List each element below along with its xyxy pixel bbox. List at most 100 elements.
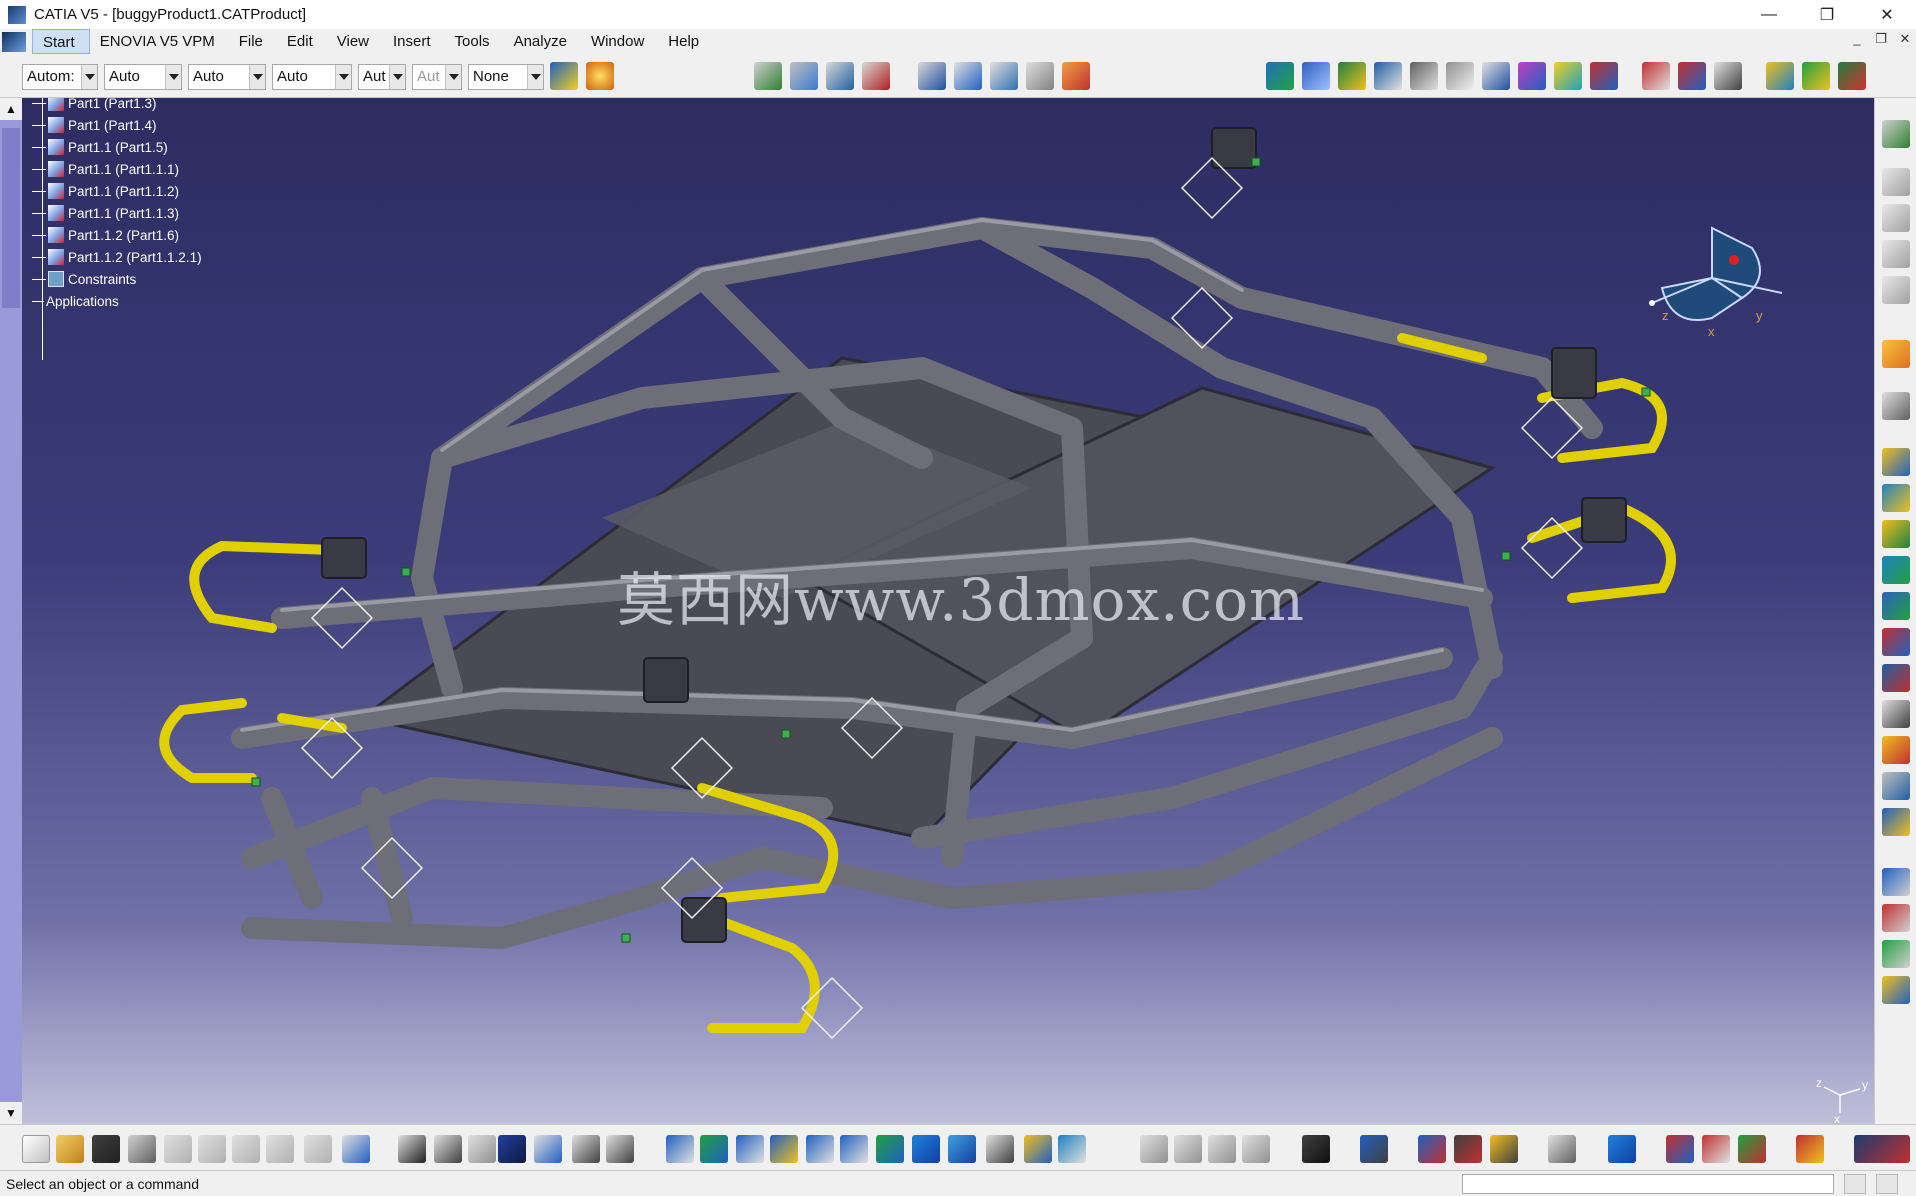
existing-component-icon[interactable] (1882, 276, 1910, 304)
apply-material-icon[interactable] (1140, 1135, 1168, 1163)
power-input-button[interactable] (1876, 1174, 1898, 1194)
zoom-out-icon[interactable] (840, 1135, 868, 1163)
graph-tree-reorder-icon[interactable] (1882, 448, 1910, 476)
update-icon[interactable] (1554, 62, 1582, 90)
scrollbar-thumb[interactable] (2, 128, 20, 308)
print-icon[interactable] (128, 1135, 156, 1163)
section-icon[interactable] (1062, 62, 1090, 90)
measure-inertia-icon[interactable] (606, 1135, 634, 1163)
axis-icon[interactable] (918, 62, 946, 90)
knowledge-advisor-icon[interactable] (434, 1135, 462, 1163)
rotate-icon[interactable] (770, 1135, 798, 1163)
tree-node-applications[interactable]: Applications (32, 290, 119, 312)
angle-constraint-icon[interactable] (1518, 62, 1546, 90)
command-input[interactable] (1462, 1174, 1834, 1194)
point-type-combo[interactable]: Aut (412, 64, 462, 90)
chevron-down-icon[interactable] (165, 65, 181, 89)
scenes-icon[interactable] (1882, 976, 1910, 1004)
menu-enovia[interactable]: ENOVIA V5 VPM (90, 29, 229, 54)
fast-multi-instantiation-icon[interactable] (1882, 628, 1910, 656)
chevron-down-icon[interactable] (81, 65, 97, 89)
tree-node-part1-6[interactable]: Part1.1.2 (Part1.6) (32, 224, 179, 246)
menu-analyze[interactable]: Analyze (504, 29, 581, 54)
mdi-restore-button[interactable]: ❐ (1870, 31, 1892, 47)
shading-icon[interactable] (986, 1135, 1014, 1163)
catia-logo-icon[interactable] (2, 31, 26, 52)
compass-icon[interactable]: z y x (1632, 208, 1792, 338)
scroll-up-icon[interactable]: ▲ (0, 98, 22, 120)
mdi-minimize-button[interactable]: _ (1846, 31, 1868, 46)
whats-this-icon[interactable] (342, 1135, 370, 1163)
fit-all-in-icon[interactable] (700, 1135, 728, 1163)
multi-view-icon[interactable] (912, 1135, 940, 1163)
material-icon[interactable] (586, 62, 614, 90)
menu-start[interactable]: Start (32, 29, 90, 54)
measure-item-icon[interactable] (1454, 1135, 1482, 1163)
stickers-icon[interactable] (1208, 1135, 1236, 1163)
selective-load-icon[interactable] (1882, 520, 1910, 548)
linetype-combo[interactable]: Aut (358, 64, 406, 90)
manage-representations-icon[interactable] (1882, 556, 1910, 584)
menu-insert[interactable]: Insert (383, 29, 445, 54)
tree-scrollbar[interactable]: ▲ ▼ (0, 98, 22, 1124)
tree-node-part1-1-3[interactable]: Part1.1 (Part1.1.3) (32, 202, 179, 224)
smart-move-icon[interactable] (1882, 940, 1910, 968)
design-table-icon[interactable] (498, 1135, 526, 1163)
command-list-button[interactable] (1844, 1174, 1866, 1194)
isometric-view-icon[interactable] (948, 1135, 976, 1163)
undo-icon[interactable] (266, 1135, 294, 1163)
normal-view-icon[interactable] (876, 1135, 904, 1163)
menu-file[interactable]: File (229, 29, 277, 54)
update-all-icon[interactable] (1548, 1135, 1576, 1163)
component-icon[interactable] (1882, 168, 1910, 196)
scroll-down-icon[interactable]: ▼ (0, 1102, 22, 1124)
snapshot-icon[interactable] (1360, 1135, 1388, 1163)
render-icon[interactable] (1174, 1135, 1202, 1163)
chevron-down-icon[interactable] (527, 65, 543, 89)
snap-icon[interactable] (1882, 808, 1910, 836)
redo-icon[interactable] (304, 1135, 332, 1163)
painter-icon[interactable] (550, 62, 578, 90)
line-weight-combo[interactable]: Auto (272, 64, 352, 90)
3d-viewport[interactable]: Part1 (Part1.3) Part1 (Part1.4) Part1.1 … (22, 98, 1874, 1124)
mdi-close-button[interactable]: ✕ (1894, 31, 1916, 47)
sectioning-icon[interactable] (1702, 1135, 1730, 1163)
chevron-down-icon[interactable] (249, 65, 265, 89)
chevron-down-icon[interactable] (389, 65, 405, 89)
plane-analysis-icon[interactable] (1608, 1135, 1636, 1163)
environment-icon[interactable] (1242, 1135, 1270, 1163)
line-type-combo[interactable]: Autom: (22, 64, 98, 90)
chevron-down-icon[interactable] (445, 65, 461, 89)
reuse-pattern-icon[interactable] (1882, 664, 1910, 692)
swap-visible-space-icon[interactable] (1058, 1135, 1086, 1163)
offset-constraint-icon[interactable] (1482, 62, 1510, 90)
fly-mode-icon[interactable] (666, 1135, 694, 1163)
scene-icon[interactable] (1766, 62, 1794, 90)
hide-show-icon[interactable] (1024, 1135, 1052, 1163)
stop-manipulate-icon[interactable] (1374, 62, 1402, 90)
text-annotation-icon[interactable] (954, 62, 982, 90)
replace-component-icon[interactable] (1882, 392, 1910, 420)
chevron-down-icon[interactable] (335, 65, 351, 89)
pan-icon[interactable] (736, 1135, 764, 1163)
capture-camera-icon[interactable] (1302, 1135, 1330, 1163)
clash-icon[interactable] (1642, 62, 1670, 90)
mass-properties-icon[interactable] (1490, 1135, 1518, 1163)
tree-node-part1-3[interactable]: Part1 (Part1.3) (32, 98, 157, 114)
zoom-in-icon[interactable] (806, 1135, 834, 1163)
transparency-combo[interactable]: Auto (188, 64, 266, 90)
flag-note-icon[interactable] (990, 62, 1018, 90)
close-button[interactable]: ✕ (1858, 0, 1916, 29)
snap-icon[interactable] (1302, 62, 1330, 90)
new-product-icon[interactable] (790, 62, 818, 90)
color-combo[interactable]: Auto (104, 64, 182, 90)
product-icon[interactable] (1882, 204, 1910, 232)
stop-manipulate-on-clash-icon[interactable] (1882, 904, 1910, 932)
menu-view[interactable]: View (327, 29, 383, 54)
open-folder-icon[interactable] (56, 1135, 84, 1163)
define-component-icon[interactable] (1882, 700, 1910, 728)
lock-icon[interactable] (572, 1135, 600, 1163)
catalog-browser-icon[interactable] (534, 1135, 562, 1163)
bill-of-material-icon[interactable] (1678, 62, 1706, 90)
insert-component-icon[interactable] (754, 62, 782, 90)
